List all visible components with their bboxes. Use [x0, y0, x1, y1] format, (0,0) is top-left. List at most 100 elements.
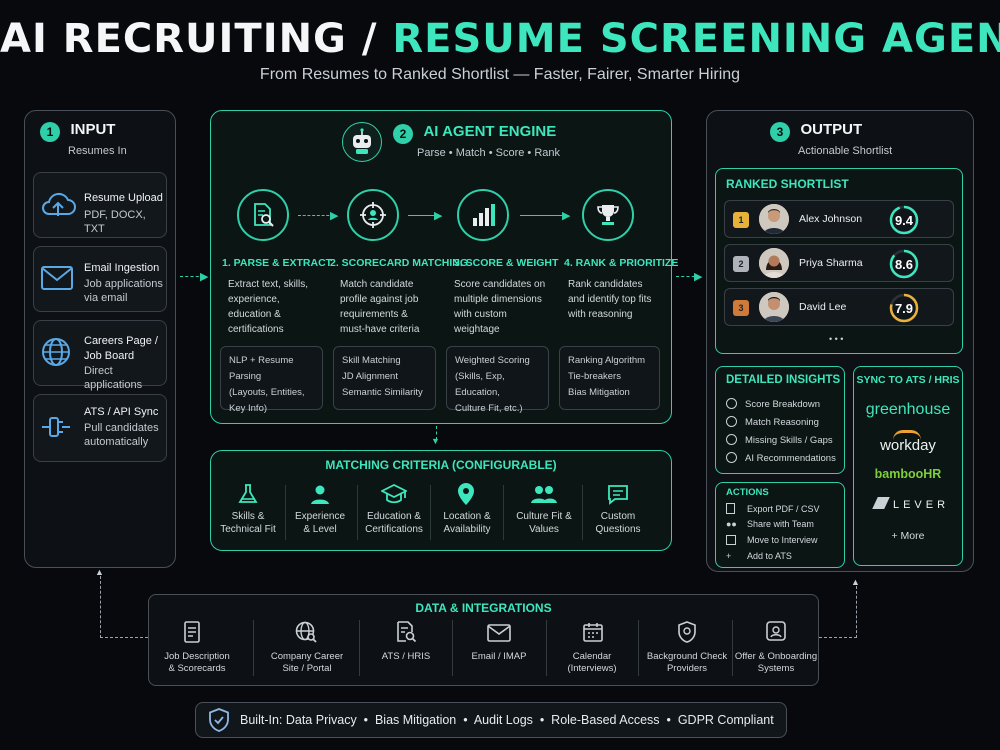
candidate-name: Priya Sharma — [799, 257, 863, 269]
divider — [503, 485, 504, 540]
insight-item: AI Recommendations — [726, 452, 836, 464]
calendar-icon — [582, 621, 604, 643]
input-item-title: Careers Page / Job Board — [84, 335, 158, 362]
criterion-line: Questions — [595, 524, 641, 535]
step-number: 1 — [40, 122, 60, 142]
input-item-title: ATS / API Sync — [84, 406, 159, 418]
candidate-row[interactable]: 2 Priya Sharma 8.6 — [724, 244, 954, 282]
document-search-icon — [237, 189, 289, 241]
step-title-score: 3. SCORE & WEIGHT — [454, 257, 559, 269]
criterion-location[interactable]: Location & Availability — [436, 510, 498, 536]
lever-logo[interactable]: LEVER — [862, 497, 962, 511]
greenhouse-logo[interactable]: greenhouse — [853, 401, 963, 419]
document-icon — [182, 621, 202, 643]
actions-title: ACTIONS — [726, 487, 769, 498]
integration-onboarding[interactable]: Offer & Onboarding Systems — [734, 651, 818, 675]
rank-badge: 3 — [733, 300, 749, 316]
criterion-line: Culture Fit & — [516, 511, 572, 522]
criterion-education[interactable]: Education & Certifications — [360, 510, 428, 536]
integration-ats-hris[interactable]: ATS / HRIS — [370, 651, 442, 663]
insight-item: Missing Skills / Gaps — [726, 434, 833, 446]
workday-logo[interactable]: workday — [853, 430, 963, 454]
divider — [253, 620, 254, 676]
globe-search-icon — [294, 620, 318, 644]
arrow-head-icon: ▶ — [330, 210, 339, 222]
bamboohr-logo[interactable]: bambooHR — [853, 467, 963, 481]
score-ring: 8.6 — [889, 249, 919, 279]
action-move-interview[interactable]: Move to Interview — [726, 535, 818, 545]
plus-icon: + — [726, 551, 732, 561]
more-indicator[interactable]: • • • — [829, 334, 843, 344]
check-circle-icon — [726, 452, 737, 463]
compliance-text: Built-In: Data Privacy • Bias Mitigation… — [240, 713, 774, 727]
criterion-line: Availability — [443, 524, 491, 535]
integrations-title: DATA & INTEGRATIONS — [415, 601, 552, 615]
engine-header: 2 AI AGENT ENGINE — [393, 123, 556, 144]
plug-icon — [38, 410, 74, 444]
integration-line: Company Career — [270, 651, 344, 662]
title-part1: AI RECRUITING / — [0, 16, 378, 62]
arrow-head-icon: ▼ — [431, 436, 440, 446]
envelope-icon — [40, 265, 74, 291]
output-header: 3 OUTPUT — [770, 121, 862, 142]
insight-label: AI Recommendations — [745, 453, 836, 464]
input-header: 1 INPUT — [40, 121, 115, 142]
criterion-line: Custom — [600, 511, 636, 522]
robot-icon — [342, 122, 382, 162]
globe-icon — [40, 336, 72, 368]
engine-subtitle: Parse • Match • Score • Rank — [417, 147, 560, 159]
divider — [285, 485, 286, 540]
envelope-icon — [487, 624, 511, 642]
insights-title: DETAILED INSIGHTS — [726, 374, 841, 386]
integration-calendar[interactable]: Calendar (Interviews) — [556, 651, 628, 675]
criterion-line: Certifications — [365, 524, 423, 535]
input-item-desc: Job applications via email — [84, 278, 163, 304]
action-share[interactable]: ●● Share with Team — [726, 519, 814, 529]
avatar — [759, 248, 789, 278]
shortlist-title: RANKED SHORTLIST — [726, 177, 849, 191]
integration-line: ATS / HRIS — [381, 651, 431, 662]
criterion-culture[interactable]: Culture Fit & Values — [510, 510, 578, 536]
action-label: Add to ATS — [747, 551, 792, 561]
integration-line: & Scorecards — [168, 663, 226, 674]
tech-box-rank: Ranking Algorithm Tie-breakers Bias Mitiga… — [559, 346, 660, 410]
action-export[interactable]: Export PDF / CSV — [726, 503, 820, 514]
candidate-name: David Lee — [799, 301, 847, 313]
integration-job-description[interactable]: Job Description & Scorecards — [153, 651, 241, 675]
avatar — [759, 204, 789, 234]
tech-line: (Skills, Exp, Education, — [455, 371, 505, 398]
integration-line: Site / Portal — [282, 663, 332, 674]
tech-line: Semantic Similarity — [342, 387, 423, 398]
action-label: Share with Team — [747, 519, 814, 529]
criterion-skills[interactable]: Skills & Technical Fit — [218, 510, 278, 536]
criterion-experience[interactable]: Experience & Level — [291, 510, 349, 536]
candidate-row[interactable]: 3 David Lee 7.9 — [724, 288, 954, 326]
graduation-cap-icon — [381, 482, 407, 506]
integration-background-check[interactable]: Background Check Providers — [643, 651, 731, 675]
file-icon — [726, 503, 735, 514]
divider — [732, 620, 733, 676]
arrow-head-icon: ▲ — [851, 577, 860, 587]
integration-email[interactable]: Email / IMAP — [462, 651, 536, 663]
divider — [582, 485, 583, 540]
integration-line: (Interviews) — [567, 663, 617, 674]
divider — [638, 620, 639, 676]
tech-line: Key Info) — [229, 403, 268, 414]
sync-more-link[interactable]: + More — [853, 530, 963, 542]
action-label: Export PDF / CSV — [747, 504, 820, 514]
tech-box-score: Weighted Scoring (Skills, Exp, Education,… — [446, 346, 549, 414]
engine-title: AI AGENT ENGINE — [423, 123, 557, 140]
criterion-custom[interactable]: Custom Questions — [590, 510, 646, 536]
candidate-score: 7.9 — [894, 300, 914, 316]
divider — [357, 485, 358, 540]
action-add-ats[interactable]: + Add to ATS — [726, 551, 792, 561]
user-icon — [308, 482, 332, 506]
chat-icon — [606, 483, 630, 507]
page-subtitle: From Resumes to Ranked Shortlist — Faste… — [259, 66, 741, 83]
location-pin-icon — [455, 481, 477, 507]
action-label: Move to Interview — [747, 535, 818, 545]
candidate-row[interactable]: 1 Alex Johnson 9.4 — [724, 200, 954, 238]
integration-career-site[interactable]: Company Career Site / Portal — [262, 651, 352, 675]
input-item-desc: PDF, DOCX, TXT — [84, 209, 146, 235]
trophy-icon — [582, 189, 634, 241]
